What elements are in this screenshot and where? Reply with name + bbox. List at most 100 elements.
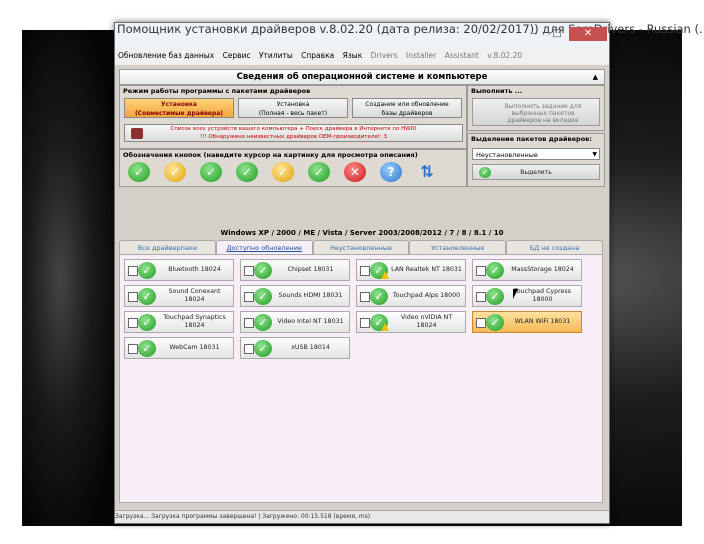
driver-checkbox[interactable] <box>128 344 138 354</box>
help-icon[interactable]: ? <box>380 162 402 182</box>
section-title: Сведения об операционной системе и компь… <box>236 72 488 82</box>
tab-installed[interactable]: Установленные <box>409 240 507 254</box>
driver-checkbox[interactable] <box>128 318 138 328</box>
minimize-button[interactable]: – <box>525 27 545 41</box>
green-check-icon: ✓ <box>254 262 272 279</box>
selection-panel: Выделение пакетов драйверов: Неустановле… <box>467 133 605 187</box>
tab-strip: Все драйверпаки Доступно обновление Неус… <box>119 240 603 254</box>
mode-install-compatible-button[interactable]: Установка (Совместимые драйвера) <box>124 98 234 118</box>
app-window: Помощник установки драйверов v.8.02.20 (… <box>114 22 704 524</box>
driver-card[interactable]: ✓ Touchpad Alps 18000 <box>356 285 466 307</box>
os-info: Windows XP / 2000 / ME / Vista / Server … <box>220 229 504 237</box>
mode-btn-2-line1: Установка <box>276 101 310 108</box>
driver-checkbox[interactable] <box>244 266 254 276</box>
warning-check-icon[interactable]: ✓ <box>272 162 294 182</box>
mode-btn-1-line2: (Совместимые драйвера) <box>134 110 224 117</box>
legend-panel: Обозначения кнопок (наведите курсор на к… <box>119 149 467 187</box>
green-check-alt-icon[interactable]: ✓ <box>200 162 222 182</box>
mode-create-db-button[interactable]: Создание или обновление базы драйверов <box>352 98 462 118</box>
select-packages-button[interactable]: ✓ Выделить <box>472 164 600 180</box>
device-list-button[interactable]: Список всех устройств вашего компьютера … <box>124 124 463 142</box>
driver-checkbox[interactable] <box>360 266 370 276</box>
driver-card[interactable]: ✓ Bluetooth 18024 <box>124 259 234 281</box>
yellow-check-icon[interactable]: ✓ <box>164 162 186 182</box>
mode-panel: Режим работы программы с пакетами драйве… <box>119 85 467 149</box>
green-check-icon: ✓ <box>254 340 272 357</box>
driver-card[interactable]: ✓ Sounds HDMI 18031 <box>240 285 350 307</box>
driver-label: MassStorage 18024 <box>511 266 574 273</box>
status-text: Загрузка... Загрузка программы завершена… <box>115 513 371 520</box>
mode-btn-3-line1: Создание или обновление <box>365 101 449 108</box>
maximize-button[interactable]: □ <box>547 27 567 41</box>
mode-btn-2-line2: (Полная - весь пакет) <box>258 110 328 117</box>
package-filter-value: Неустановленные <box>476 151 538 159</box>
driver-checkbox[interactable] <box>476 318 486 328</box>
driver-checkbox[interactable] <box>476 292 486 302</box>
menu-service[interactable]: Сервис <box>220 51 254 60</box>
green-check-star-icon[interactable]: ✓ <box>236 162 258 182</box>
green-check-icon: ✓ <box>486 314 504 331</box>
menu-version: v.8.02.20 <box>487 51 523 60</box>
refresh-arrows-icon[interactable]: ⇅ <box>416 162 438 182</box>
tab-db-not-created[interactable]: БД не создана <box>506 240 603 254</box>
green-check-icon[interactable]: ✓ <box>128 162 150 182</box>
mode-btn-3-line2: базы драйверов <box>381 110 433 117</box>
green-check-icon: ✓ <box>254 288 272 305</box>
menu-utilities[interactable]: Утилиты <box>256 51 296 60</box>
menu-brand-installer: Installer <box>406 51 437 60</box>
desktop-background-left <box>22 30 118 526</box>
menu-help[interactable]: Справка <box>298 51 337 60</box>
driver-label: Video Intel NT 18031 <box>277 318 344 325</box>
section-header[interactable]: Сведения об операционной системе и компь… <box>119 69 605 85</box>
window-title: Помощник установки драйверов v.8.02.20 (… <box>117 22 704 36</box>
driver-card[interactable]: ✓ WLAN WiFi 18031 <box>472 311 582 333</box>
legend-panel-title: Обозначения кнопок (наведите курсор на к… <box>123 151 418 159</box>
driver-checkbox[interactable] <box>476 266 486 276</box>
device-list-icon <box>131 128 143 139</box>
close-button[interactable]: ✕ <box>569 27 607 41</box>
driver-checkbox[interactable] <box>360 292 370 302</box>
driver-card[interactable]: ✓ Chipset 18031 <box>240 259 350 281</box>
driver-label: Video nVIDIA NT 18024 <box>400 314 453 329</box>
selection-panel-title: Выделение пакетов драйверов: <box>471 135 592 143</box>
tab-not-installed[interactable]: Неустановленные <box>312 240 410 254</box>
driver-card[interactable]: ✓ Touchpad Synaptics 18024 <box>124 311 234 333</box>
device-list-line1: Список всех устройств вашего компьютера … <box>170 126 417 132</box>
driver-label: WebCam 18031 <box>169 344 220 351</box>
red-x-icon[interactable]: ✕ <box>344 162 366 182</box>
driver-card[interactable]: ✓ xUSB 18014 <box>240 337 350 359</box>
driver-checkbox[interactable] <box>244 318 254 328</box>
green-check-icon: ✓ <box>138 288 156 305</box>
package-filter-select[interactable]: Неустановленные ▼ <box>472 148 600 160</box>
collapse-arrow-icon[interactable]: ▲ <box>593 70 598 84</box>
tab-updates-available[interactable]: Доступно обновление <box>215 240 313 254</box>
mode-panel-title: Режим работы программы с пакетами драйве… <box>123 87 311 95</box>
driver-label: WLAN WiFi 18031 <box>514 318 571 325</box>
title-bar[interactable]: Помощник установки драйверов v.8.02.20 (… <box>115 22 704 47</box>
driver-checkbox[interactable] <box>360 318 370 328</box>
driver-card[interactable]: ✓ MassStorage 18024 <box>472 259 582 281</box>
warning-icon <box>381 323 389 331</box>
driver-label: Chipset 18031 <box>287 266 334 273</box>
driver-checkbox[interactable] <box>244 344 254 354</box>
green-check-small-icon[interactable]: ✓ <box>308 162 330 182</box>
driver-card[interactable]: ✓ LAN Realtek NT 18031 <box>356 259 466 281</box>
menu-update-db[interactable]: Обновление баз данных <box>115 51 217 60</box>
driver-checkbox[interactable] <box>128 266 138 276</box>
driver-card[interactable]: ✓ Sound Conexant 18024 <box>124 285 234 307</box>
mouse-cursor-icon <box>513 289 518 299</box>
mode-install-full-button[interactable]: Установка (Полная - весь пакет) <box>238 98 348 118</box>
window-controls: – □ ✕ <box>525 27 607 43</box>
driver-checkbox[interactable] <box>128 292 138 302</box>
tab-all-packs[interactable]: Все драйверпаки <box>119 240 216 254</box>
driver-card[interactable]: ✓ WebCam 18031 <box>124 337 234 359</box>
driver-grid: ✓ Bluetooth 18024 ✓ Chipset 18031 ✓ LAN Realt… <box>119 254 603 503</box>
menu-brand-drivers: Drivers <box>370 51 398 60</box>
driver-checkbox[interactable] <box>244 292 254 302</box>
driver-card[interactable]: ✓ Touchpad Cypress 18000 <box>472 285 582 307</box>
screenshot-frame: Помощник установки драйверов v.8.02.20 (… <box>0 0 704 544</box>
driver-card[interactable]: ✓ Video Intel NT 18031 <box>240 311 350 333</box>
execute-task-button[interactable]: Выполнить задание для выбранных пакетов … <box>472 98 600 126</box>
menu-language[interactable]: Язык <box>340 51 366 60</box>
driver-card[interactable]: ✓ Video nVIDIA NT 18024 <box>356 311 466 333</box>
